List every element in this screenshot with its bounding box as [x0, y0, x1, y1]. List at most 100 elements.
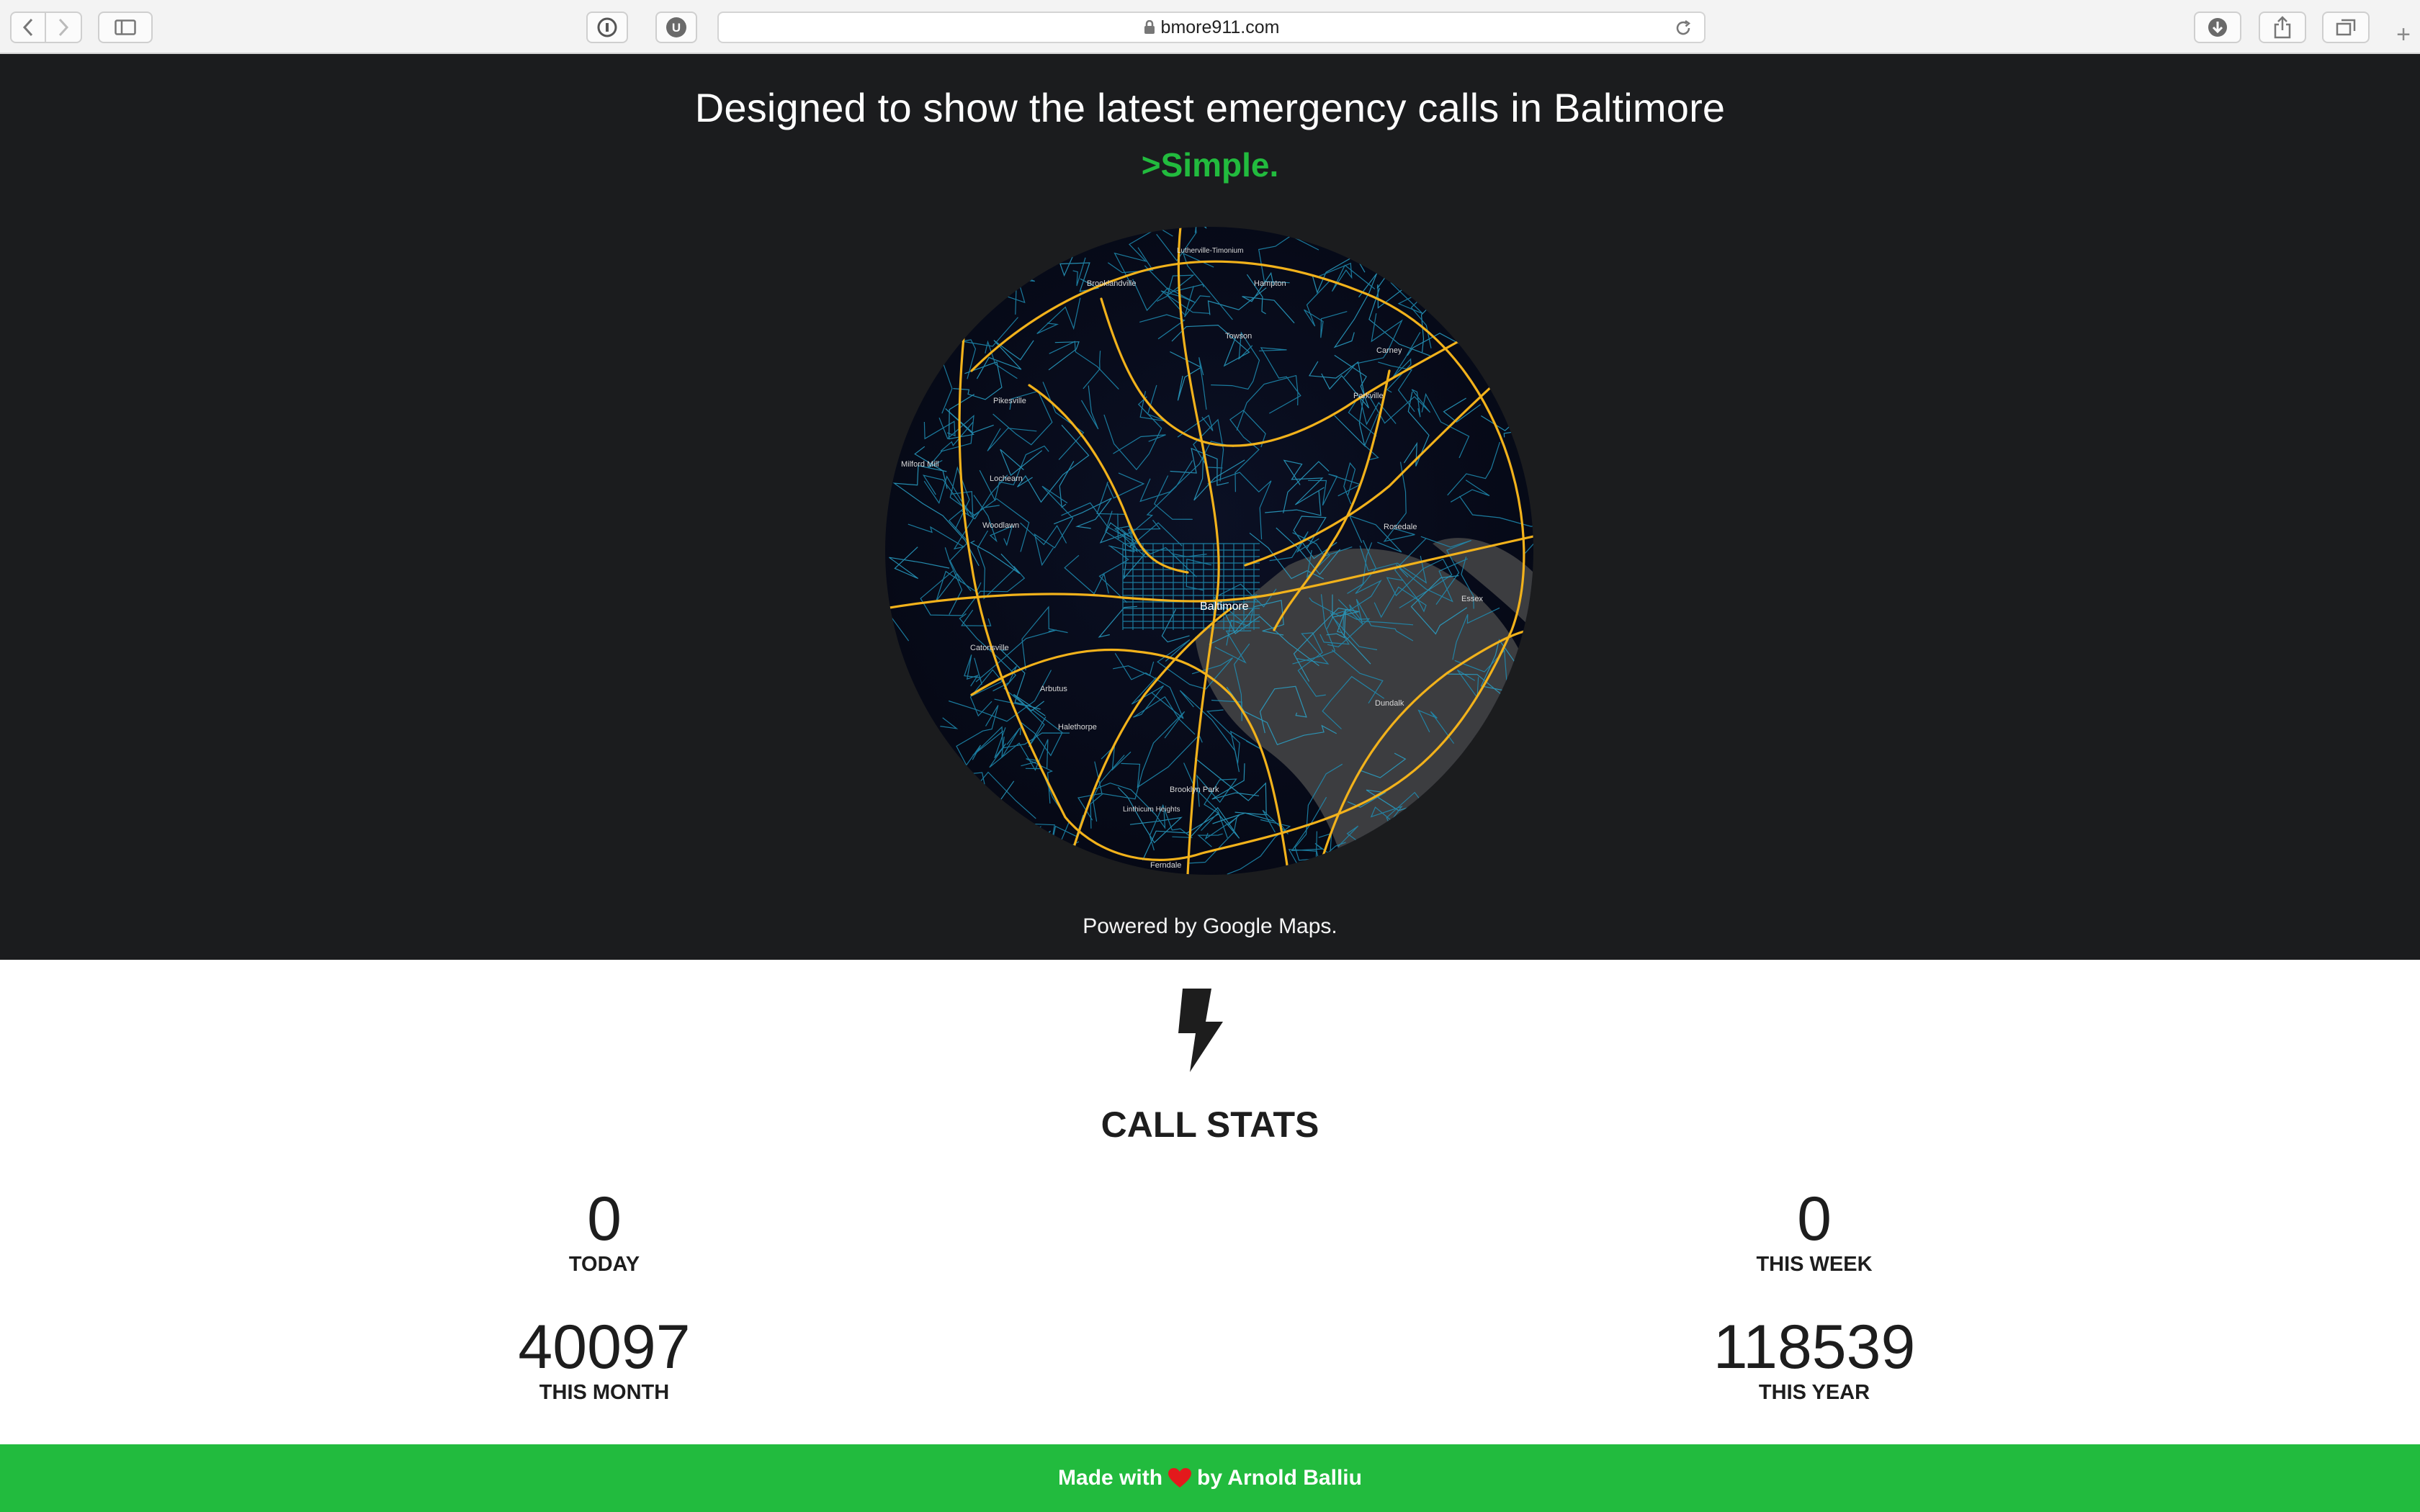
street-line: [913, 804, 974, 875]
street-line: [1475, 858, 1498, 875]
tabs-button[interactable]: [2322, 12, 2370, 43]
street-line: [930, 292, 945, 332]
forward-button[interactable]: [46, 12, 82, 43]
lock-icon: [1144, 20, 1155, 34]
chevron-right-icon: [58, 18, 69, 37]
chevron-left-icon: [22, 18, 33, 37]
street-line: [1484, 747, 1533, 781]
map-label-pikesville: Pikesville: [993, 397, 1026, 405]
street-line: [1367, 256, 1420, 276]
share-button[interactable]: [2259, 12, 2306, 43]
street-line: [1471, 227, 1520, 255]
downloads-button[interactable]: [2194, 12, 2241, 43]
hero-title: Designed to show the latest emergency ca…: [694, 85, 1726, 130]
sidebar-icon: [115, 19, 136, 35]
map-label-baltimore: Baltimore: [1200, 600, 1249, 613]
map-label-carney: Carney: [1376, 346, 1402, 355]
stat-week-value: 0: [1797, 1184, 1832, 1254]
street-line: [1475, 863, 1519, 875]
stat-week-label: THIS WEEK: [1756, 1253, 1873, 1276]
map-label-towson: Towson: [1225, 332, 1252, 341]
reload-icon[interactable]: [1674, 19, 1693, 37]
hero-section: Designed to show the latest emergency ca…: [0, 54, 2420, 960]
heart-icon: [1168, 1468, 1192, 1488]
street-line: [983, 227, 1004, 256]
map-label-brooklyn-park: Brooklyn Park: [1170, 786, 1219, 794]
map-label-essex: Essex: [1461, 595, 1483, 603]
browser-toolbar: U bmore911.com +: [0, 0, 2420, 54]
street-line: [910, 243, 959, 277]
stat-week: 0 THIS WEEK: [1634, 1187, 1994, 1277]
call-stats-section: CALL STATS 0 TODAY 0 THIS WEEK 40097 THI…: [0, 960, 2420, 1444]
street-line: [1494, 319, 1526, 372]
stat-year: 118539 THIS YEAR: [1634, 1315, 1994, 1405]
url-text: bmore911.com: [1160, 17, 1280, 37]
sidebar-button[interactable]: [98, 12, 153, 43]
footer: Made with by Arnold Balliu: [0, 1444, 2420, 1512]
street-line: [885, 670, 905, 703]
new-tab-button[interactable]: +: [2387, 16, 2420, 54]
street-line: [885, 227, 912, 250]
map-label-parkville: Parkville: [1353, 392, 1384, 400]
street-line: [1492, 315, 1525, 361]
footer-made-with: Made with: [1058, 1466, 1163, 1490]
map-label-dundalk: Dundalk: [1375, 699, 1404, 708]
svg-text:U: U: [672, 21, 681, 35]
street-line: [890, 337, 933, 377]
stat-month-value: 40097: [518, 1313, 691, 1382]
street-line: [1471, 282, 1533, 330]
call-stats-title: CALL STATS: [1101, 1104, 1319, 1145]
street-line: [1426, 809, 1474, 875]
stat-month: 40097 THIS MONTH: [424, 1315, 784, 1405]
street-line: [1475, 277, 1512, 328]
map-label-arbutus: Arbutus: [1040, 685, 1067, 693]
back-button[interactable]: [10, 12, 46, 43]
stat-month-label: THIS MONTH: [539, 1381, 670, 1404]
stat-today: 0 TODAY: [424, 1187, 784, 1277]
street-line: [980, 809, 998, 845]
footer-author-link[interactable]: by Arnold Balliu: [1197, 1466, 1362, 1490]
baltimore-map[interactable]: Baltimore Towson Pikesville Woodlawn Cat…: [885, 227, 1533, 875]
stat-today-value: 0: [587, 1184, 622, 1254]
street-line: [1382, 858, 1408, 875]
street-line: [1525, 736, 1533, 796]
bolt-icon: [1178, 989, 1223, 1072]
map-label-lochearn: Lochearn: [990, 474, 1023, 483]
map-label-ferndale: Ferndale: [1150, 861, 1181, 870]
street-line: [1437, 256, 1514, 329]
stat-year-label: THIS YEAR: [1758, 1381, 1870, 1404]
ublock-icon: U: [666, 17, 686, 37]
stat-today-label: TODAY: [568, 1253, 640, 1276]
street-line: [897, 322, 930, 354]
plus-icon: +: [2396, 21, 2411, 48]
street-line: [921, 227, 982, 246]
street-line: [892, 346, 928, 405]
street-line: [962, 251, 995, 276]
street-line: [1459, 765, 1527, 797]
map-label-catonsville: Catonsville: [970, 644, 1009, 652]
street-line: [911, 231, 967, 288]
street-line: [1024, 847, 1077, 875]
download-icon: [2208, 18, 2227, 37]
street-line: [913, 227, 956, 265]
street-line: [1003, 837, 1050, 875]
street-line: [947, 228, 1004, 261]
map-label-hampton: Hampton: [1254, 279, 1286, 288]
ublock-extension-button[interactable]: U: [655, 12, 697, 43]
street-line: [1469, 852, 1489, 865]
map-label-halethorpe: Halethorpe: [1058, 723, 1097, 732]
password-extension-button[interactable]: [586, 12, 628, 43]
map-label-linthicum: Linthicum Heights: [1123, 806, 1180, 814]
address-bar[interactable]: bmore911.com: [717, 12, 1706, 43]
street-line: [890, 264, 953, 322]
map-label-woodlawn: Woodlawn: [982, 521, 1019, 530]
share-icon: [2274, 16, 2291, 39]
tabs-icon: [2336, 19, 2356, 36]
street-line: [899, 816, 962, 871]
street-line: [1000, 830, 1052, 875]
keyhole-icon: [597, 17, 617, 37]
street-line: [944, 227, 987, 278]
street-line: [1438, 227, 1476, 236]
map-label-milford-mill: Milford Mill: [901, 460, 939, 469]
map-label-lutherville: Lutherville-Timonium: [1177, 247, 1243, 255]
